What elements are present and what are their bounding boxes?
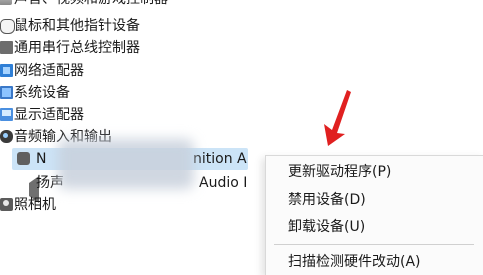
tree-item-label: 鼠标和其他指针设备 <box>14 18 140 34</box>
tree-item-label: 系统设备 <box>14 85 70 101</box>
menu-item-uninstall-device[interactable]: 卸载设备(U) <box>288 215 365 239</box>
red-arrow-annotation <box>324 90 351 146</box>
tree-child-label-suffix: Audio I <box>199 175 248 191</box>
menu-item-update-driver[interactable]: 更新驱动程序(P) <box>288 160 391 184</box>
camera-icon <box>0 198 13 211</box>
usb-icon <box>0 41 13 54</box>
audio-io-icon <box>0 130 13 143</box>
menu-separator <box>274 244 474 245</box>
tree-child-label: N <box>36 151 47 167</box>
tree-item-label: 照相机 <box>14 197 56 213</box>
menu-item-scan-hardware[interactable]: 扫描检测硬件改动(A) <box>288 250 421 274</box>
tree-child-label-suffix: nition A <box>193 151 247 167</box>
tree-item-label: 网络适配器 <box>14 63 84 79</box>
menu-item-disable-device[interactable]: 禁用设备(D) <box>288 188 366 212</box>
tree-item-label: 显示适配器 <box>14 107 84 123</box>
tree-item-label: 通用串行总线控制器 <box>14 40 140 56</box>
display-adapter-icon <box>0 108 13 121</box>
privacy-blur <box>58 139 194 189</box>
tree-item-label: 声音、视频和游戏控制器 <box>14 0 168 10</box>
mouse-icon <box>0 19 15 34</box>
system-device-icon <box>0 86 13 99</box>
context-menu: 更新驱动程序(P) 禁用设备(D) 卸载设备(U) 扫描检测硬件改动(A) <box>265 155 483 275</box>
microphone-icon <box>17 152 30 165</box>
sound-icon <box>0 0 12 5</box>
network-adapter-icon <box>0 64 13 77</box>
